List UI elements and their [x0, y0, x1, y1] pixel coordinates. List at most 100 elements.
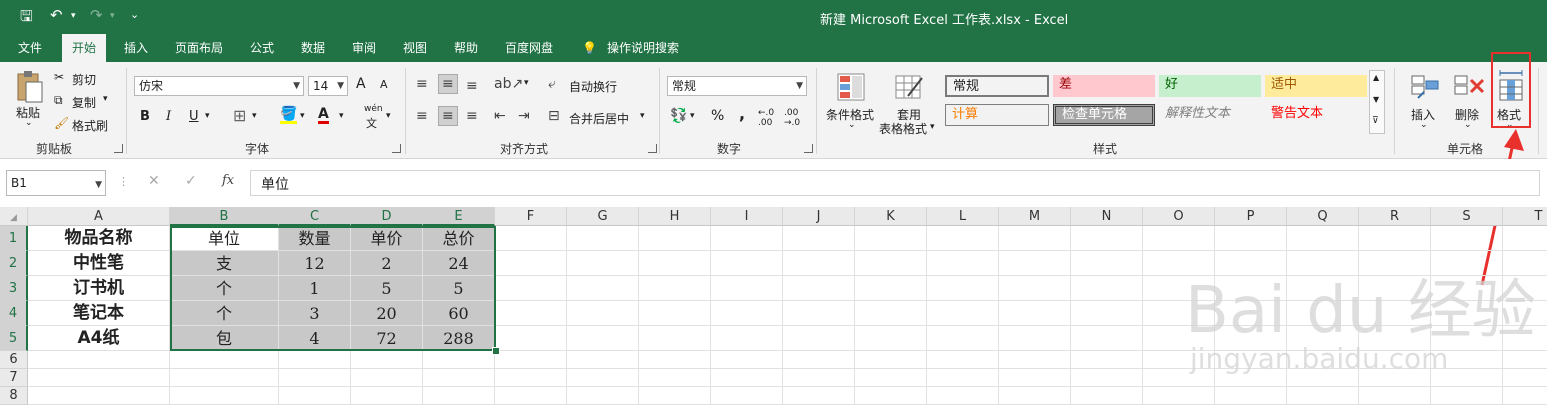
scroll-down-icon[interactable]: ▼ [1373, 95, 1379, 104]
cell-e8[interactable] [423, 387, 495, 405]
cell-a4[interactable]: 笔记本 [28, 301, 170, 326]
style-warning[interactable]: 警告文本 [1265, 104, 1367, 126]
undo-dropdown-icon[interactable]: ▾ [71, 11, 76, 21]
delete-cells-icon[interactable] [1453, 72, 1485, 102]
cell-a8[interactable] [28, 387, 170, 405]
style-calculation[interactable]: 计算 [945, 104, 1049, 126]
cell-n6[interactable] [1071, 351, 1143, 369]
cell-l7[interactable] [927, 369, 999, 387]
cell-j6[interactable] [783, 351, 855, 369]
style-neutral[interactable]: 适中 [1265, 75, 1367, 97]
style-check-cell[interactable]: 检查单元格 [1053, 104, 1155, 126]
cell-t6[interactable] [1503, 351, 1547, 369]
cut-icon[interactable]: ✂ [54, 70, 64, 84]
cell-k5[interactable] [855, 326, 927, 351]
formula-input[interactable]: 单位 [250, 170, 1540, 196]
cell-j2[interactable] [783, 251, 855, 276]
cell-g1[interactable] [567, 226, 639, 251]
cell-a2[interactable]: 中性笔 [28, 251, 170, 276]
cell-l6[interactable] [927, 351, 999, 369]
cell-n3[interactable] [1071, 276, 1143, 301]
cell-j3[interactable] [783, 276, 855, 301]
save-icon[interactable]: 🖫 [20, 6, 33, 31]
conditional-formatting-icon[interactable] [836, 72, 866, 102]
format-as-table-label-2[interactable]: 表格格式 [879, 120, 927, 137]
cut-button[interactable]: 剪切 [72, 71, 96, 88]
tab-insert[interactable]: 插入 [124, 34, 148, 62]
cell-g8[interactable] [567, 387, 639, 405]
cell-m5[interactable] [999, 326, 1071, 351]
phonetic-dropdown-icon[interactable]: ▾ [386, 111, 391, 121]
number-launcher-icon[interactable] [804, 144, 813, 153]
style-good[interactable]: 好 [1159, 75, 1261, 97]
gallery-more-icon[interactable]: ⊽ [1372, 116, 1379, 126]
column-header-i[interactable]: I [711, 207, 783, 226]
cell-k6[interactable] [855, 351, 927, 369]
spreadsheet-grid[interactable]: ◢ ABCDEFGHIJKLMNOPQRST 12345678 物品名称 单位 数量… [0, 207, 1547, 410]
phonetic-icon[interactable]: wén [364, 104, 383, 114]
style-gallery-scroller[interactable]: ▲ ▼ ⊽ [1369, 70, 1385, 134]
cell-h6[interactable] [639, 351, 711, 369]
cell-f5[interactable] [495, 326, 567, 351]
increase-decimal-icon[interactable]: ←.0.00 [758, 108, 774, 128]
cell-l1[interactable] [927, 226, 999, 251]
cell-i5[interactable] [711, 326, 783, 351]
fill-color-icon[interactable]: 🪣 [280, 107, 298, 124]
cell-f6[interactable] [495, 351, 567, 369]
font-launcher-icon[interactable] [392, 144, 401, 153]
font-color-dropdown-icon[interactable]: ▾ [339, 111, 344, 121]
column-header-p[interactable]: P [1215, 207, 1287, 226]
cell-b6[interactable] [170, 351, 279, 369]
cell-i4[interactable] [711, 301, 783, 326]
column-header-b[interactable]: B [170, 207, 279, 226]
tell-me-search[interactable]: 操作说明搜索 [607, 34, 679, 62]
bold-button[interactable]: B [140, 109, 150, 124]
cell-d7[interactable] [351, 369, 423, 387]
cell-m2[interactable] [999, 251, 1071, 276]
cell-m6[interactable] [999, 351, 1071, 369]
cell-g5[interactable] [567, 326, 639, 351]
column-header-r[interactable]: R [1359, 207, 1431, 226]
tab-view[interactable]: 视图 [403, 34, 427, 62]
clipboard-launcher-icon[interactable] [114, 144, 123, 153]
tab-baidu-netdisk[interactable]: 百度网盘 [505, 34, 553, 62]
font-color-icon[interactable]: A [318, 107, 329, 124]
align-center-icon[interactable]: ≡ [438, 106, 458, 126]
tab-review[interactable]: 审阅 [352, 34, 376, 62]
cell-k4[interactable] [855, 301, 927, 326]
underline-button[interactable]: U [189, 109, 199, 124]
conditional-formatting-dropdown-icon[interactable]: ⌄ [848, 120, 856, 130]
cell-j5[interactable] [783, 326, 855, 351]
percent-style-button[interactable]: % [711, 108, 724, 124]
row-header-8[interactable]: 8 [0, 387, 28, 405]
cell-k2[interactable] [855, 251, 927, 276]
phonetic-wen-glyph[interactable]: 文 [366, 115, 377, 131]
row-header-5[interactable]: 5 [0, 326, 28, 351]
cell-k3[interactable] [855, 276, 927, 301]
cell-q8[interactable] [1287, 387, 1359, 405]
cell-i8[interactable] [711, 387, 783, 405]
column-header-j[interactable]: J [783, 207, 855, 226]
cell-g4[interactable] [567, 301, 639, 326]
accounting-format-icon[interactable]: 💱 [670, 108, 687, 124]
column-header-h[interactable]: H [639, 207, 711, 226]
cell-e6[interactable] [423, 351, 495, 369]
cell-g6[interactable] [567, 351, 639, 369]
cell-i2[interactable] [711, 251, 783, 276]
scroll-up-icon[interactable]: ▲ [1373, 73, 1379, 82]
cell-f1[interactable] [495, 226, 567, 251]
name-box[interactable]: B1 ▼ [6, 170, 106, 196]
cell-k8[interactable] [855, 387, 927, 405]
row-header-6[interactable]: 6 [0, 351, 28, 369]
cell-j8[interactable] [783, 387, 855, 405]
cell-n7[interactable] [1071, 369, 1143, 387]
cell-h8[interactable] [639, 387, 711, 405]
cancel-icon[interactable]: ✕ [148, 173, 160, 189]
tab-help[interactable]: 帮助 [454, 34, 478, 62]
cell-o8[interactable] [1143, 387, 1215, 405]
cell-r1[interactable] [1359, 226, 1431, 251]
tab-page-layout[interactable]: 页面布局 [175, 34, 223, 62]
cell-m3[interactable] [999, 276, 1071, 301]
cell-q1[interactable] [1287, 226, 1359, 251]
tab-home[interactable]: 开始 [62, 34, 107, 62]
